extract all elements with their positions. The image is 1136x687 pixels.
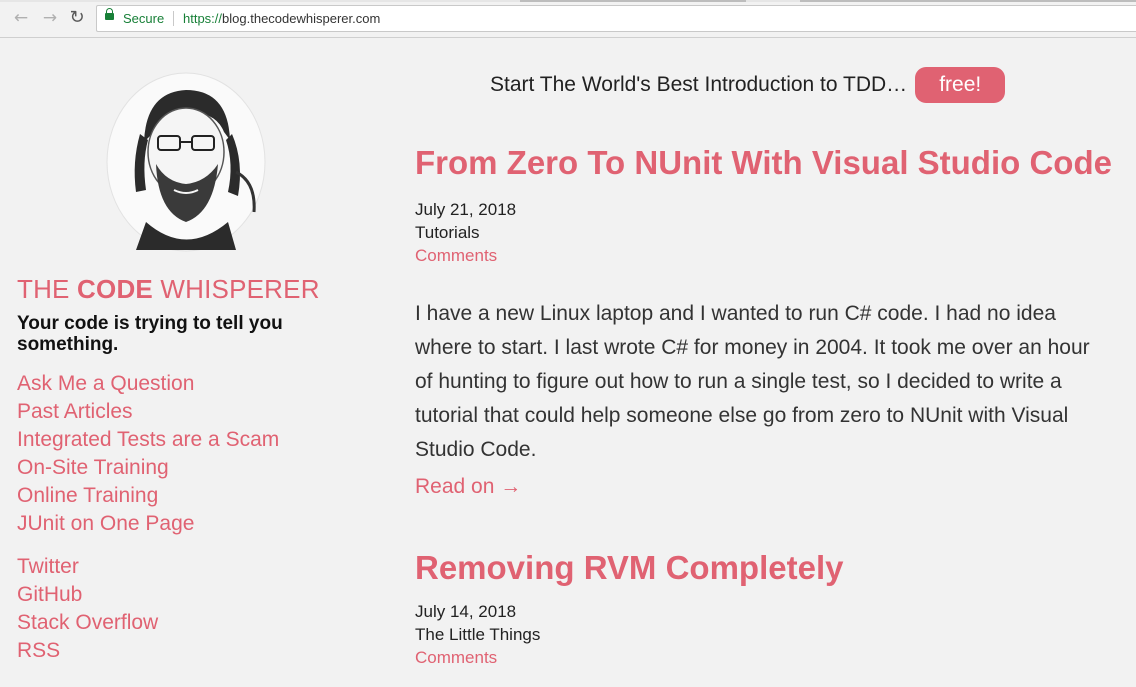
brand-the: THE xyxy=(17,274,70,304)
sidebar-link-integrated-tests[interactable]: Integrated Tests are a Scam xyxy=(17,426,279,454)
brand-code: CODE xyxy=(77,274,153,304)
url-text[interactable]: https://blog.thecodewhisperer.com xyxy=(183,11,380,26)
post-comments-link[interactable]: Comments xyxy=(415,646,1115,669)
address-divider xyxy=(173,11,174,26)
brand-whisperer: WHISPERER xyxy=(160,274,320,304)
social-link-rss[interactable]: RSS xyxy=(17,637,158,665)
sidebar-link-junit[interactable]: JUnit on One Page xyxy=(17,510,279,538)
site-tagline: Your code is trying to tell you somethin… xyxy=(17,313,283,355)
lock-icon xyxy=(105,8,114,20)
address-bar[interactable]: Secure https://blog.thecodewhisperer.com xyxy=(96,5,1136,32)
social-link-twitter[interactable]: Twitter xyxy=(17,553,158,581)
tab-strip xyxy=(0,0,1136,2)
post-comments-link[interactable]: Comments xyxy=(415,244,1115,267)
browser-toolbar: ← → ↻ Secure https://blog.thecodewhisper… xyxy=(0,0,1136,38)
social-link-stackoverflow[interactable]: Stack Overflow xyxy=(17,609,158,637)
sidebar-link-ask-question[interactable]: Ask Me a Question xyxy=(17,370,279,398)
post-excerpt: I have a new Linux laptop and I wanted t… xyxy=(415,302,1090,461)
social-link-github[interactable]: GitHub xyxy=(17,581,158,609)
secure-label: Secure xyxy=(123,11,165,26)
sidebar-link-onsite-training[interactable]: On-Site Training xyxy=(17,454,279,482)
post-date: July 14, 2018 xyxy=(415,602,517,621)
promo-text: Start The World's Best Introduction to T… xyxy=(490,72,908,96)
post-date: July 21, 2018 xyxy=(415,200,517,219)
back-arrow-icon[interactable]: ← xyxy=(11,8,31,28)
sidebar-nav: Ask Me a Question Past Articles Integrat… xyxy=(17,370,279,538)
social-links: Twitter GitHub Stack Overflow RSS xyxy=(17,553,158,665)
post-article: Removing RVM Completely July 14, 2018 Th… xyxy=(415,548,1115,669)
post-category: The Little Things xyxy=(415,625,541,644)
post-category: Tutorials xyxy=(415,223,480,242)
read-on-link[interactable]: Read on → xyxy=(415,475,1115,499)
forward-arrow-icon[interactable]: → xyxy=(40,8,60,28)
sidebar-link-online-training[interactable]: Online Training xyxy=(17,482,279,510)
sidebar-link-past-articles[interactable]: Past Articles xyxy=(17,398,279,426)
free-button[interactable]: free! xyxy=(915,66,1006,103)
url-protocol: https:// xyxy=(183,11,223,26)
tdd-promo-banner: Start The World's Best Introduction to T… xyxy=(490,66,1006,103)
url-host: blog.thecodewhisperer.com xyxy=(222,11,381,26)
author-portrait-image xyxy=(106,72,266,252)
site-brand[interactable]: THE CODE WHISPERER xyxy=(17,274,320,305)
post-meta: July 14, 2018 The Little Things Comments xyxy=(415,600,1115,669)
post-title-link[interactable]: From Zero To NUnit With Visual Studio Co… xyxy=(415,143,1115,183)
reload-icon[interactable]: ↻ xyxy=(67,8,87,28)
post-meta: July 21, 2018 Tutorials Comments xyxy=(415,198,1115,267)
post-title-link[interactable]: Removing RVM Completely xyxy=(415,548,1115,588)
post-article: From Zero To NUnit With Visual Studio Co… xyxy=(415,143,1115,499)
